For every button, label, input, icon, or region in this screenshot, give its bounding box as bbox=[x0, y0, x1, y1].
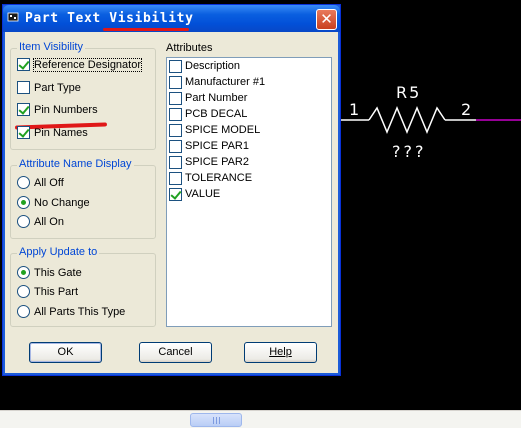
title-bar[interactable]: Part Text Visibility ✕ bbox=[3, 5, 340, 32]
this-part-radio[interactable]: This Part bbox=[17, 285, 78, 298]
list-item-label: Part Number bbox=[185, 92, 248, 104]
all-parts-this-type-radio[interactable]: All Parts This Type bbox=[17, 305, 125, 318]
checkbox-label: Part Type bbox=[34, 81, 81, 94]
radio-label: All On bbox=[34, 215, 64, 228]
checkbox-box[interactable] bbox=[169, 171, 182, 185]
list-item-label: Description bbox=[185, 60, 241, 72]
resistor-symbol[interactable]: 1 R5 2 ??? bbox=[341, 80, 521, 170]
radio-circle[interactable] bbox=[17, 176, 30, 189]
pin-names-checkbox[interactable]: Pin Names bbox=[17, 126, 88, 139]
checkbox-box[interactable] bbox=[169, 75, 182, 89]
help-button-label: Help bbox=[269, 346, 292, 358]
checkbox-box[interactable] bbox=[17, 126, 30, 139]
list-item[interactable]: PCB DECAL bbox=[167, 106, 331, 122]
checkbox-box[interactable] bbox=[17, 81, 30, 94]
list-item-label: SPICE MODEL bbox=[185, 124, 261, 136]
list-item-label: SPICE PAR1 bbox=[185, 140, 249, 152]
red-annotation-underline-title bbox=[103, 28, 189, 31]
reference-designator-text: R5 bbox=[396, 83, 422, 102]
checkbox-label: Pin Numbers bbox=[34, 103, 98, 116]
pin-numbers-checkbox[interactable]: Pin Numbers bbox=[17, 103, 98, 116]
checkbox-box[interactable] bbox=[169, 155, 182, 169]
attributes-list[interactable]: Description Manufacturer #1 Part Number … bbox=[166, 57, 332, 327]
ok-button[interactable]: OK bbox=[29, 342, 102, 363]
pin-2-number: 2 bbox=[461, 100, 472, 119]
list-item[interactable]: Manufacturer #1 bbox=[167, 74, 331, 90]
close-button[interactable]: ✕ bbox=[316, 9, 337, 30]
checkbox-box[interactable] bbox=[169, 91, 182, 105]
list-item-label: TOLERANCE bbox=[185, 172, 253, 184]
checkbox-box[interactable] bbox=[169, 107, 182, 121]
list-item-label: SPICE PAR2 bbox=[185, 156, 249, 168]
radio-circle[interactable] bbox=[17, 266, 30, 279]
resistor-drawing bbox=[341, 106, 521, 134]
list-item[interactable]: SPICE PAR2 bbox=[167, 154, 331, 170]
attributes-label: Attributes bbox=[166, 42, 213, 54]
radio-label: This Gate bbox=[34, 266, 82, 279]
checkbox-box[interactable] bbox=[169, 123, 182, 137]
radio-circle[interactable] bbox=[17, 196, 30, 209]
help-button[interactable]: Help bbox=[244, 342, 317, 363]
all-off-radio[interactable]: All Off bbox=[17, 176, 64, 189]
no-change-radio[interactable]: No Change bbox=[17, 196, 90, 209]
radio-circle[interactable] bbox=[17, 305, 30, 318]
radio-label: All Parts This Type bbox=[34, 305, 126, 318]
horizontal-scrollbar[interactable] bbox=[0, 410, 521, 428]
pin-1-number: 1 bbox=[349, 100, 360, 119]
list-item[interactable]: SPICE MODEL bbox=[167, 122, 331, 138]
list-item[interactable]: VALUE bbox=[167, 186, 331, 202]
checkbox-box[interactable] bbox=[169, 139, 182, 153]
list-item[interactable]: SPICE PAR1 bbox=[167, 138, 331, 154]
list-item-label: VALUE bbox=[185, 188, 221, 200]
checkbox-box[interactable] bbox=[17, 58, 30, 71]
checkbox-box[interactable] bbox=[169, 59, 182, 73]
checkbox-box[interactable] bbox=[17, 103, 30, 116]
value-text: ??? bbox=[392, 142, 427, 161]
list-item[interactable]: TOLERANCE bbox=[167, 170, 331, 186]
list-item[interactable]: Description bbox=[167, 58, 331, 74]
checkbox-box[interactable] bbox=[169, 187, 182, 201]
part-text-visibility-dialog: Part Text Visibility ✕ Item Visibility R… bbox=[2, 4, 341, 376]
checkbox-label: Reference Designator bbox=[32, 57, 143, 72]
app-icon bbox=[7, 12, 19, 22]
attribute-name-display-label: Attribute Name Display bbox=[17, 158, 134, 170]
reference-designator-checkbox[interactable]: Reference Designator bbox=[17, 57, 143, 72]
cancel-button[interactable]: Cancel bbox=[139, 342, 212, 363]
checkbox-label: Pin Names bbox=[34, 126, 88, 139]
item-visibility-label: Item Visibility bbox=[17, 41, 85, 53]
radio-circle[interactable] bbox=[17, 285, 30, 298]
this-gate-radio[interactable]: This Gate bbox=[17, 266, 82, 279]
list-item-label: PCB DECAL bbox=[185, 108, 248, 120]
dialog-title: Part Text Visibility bbox=[25, 11, 194, 26]
all-on-radio[interactable]: All On bbox=[17, 215, 64, 228]
grip-line bbox=[216, 417, 217, 424]
radio-label: All Off bbox=[34, 176, 64, 189]
part-type-checkbox[interactable]: Part Type bbox=[17, 81, 81, 94]
scrollbar-thumb[interactable] bbox=[190, 413, 242, 427]
list-item[interactable]: Part Number bbox=[167, 90, 331, 106]
grip-line bbox=[219, 417, 220, 424]
list-item-label: Manufacturer #1 bbox=[185, 76, 266, 88]
radio-label: This Part bbox=[34, 285, 79, 298]
radio-label: No Change bbox=[34, 196, 90, 209]
apply-update-to-label: Apply Update to bbox=[17, 246, 100, 258]
grip-line bbox=[213, 417, 214, 424]
radio-circle[interactable] bbox=[17, 215, 30, 228]
